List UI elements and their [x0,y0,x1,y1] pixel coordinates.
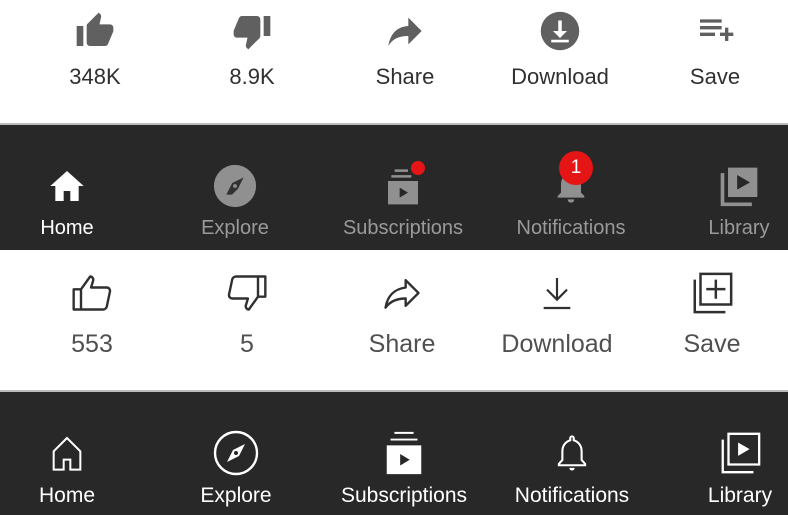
dislike-count: 8.9K [229,64,275,89]
bottom-nav-filled: Home Explore Subscriptions 1 Notificatio… [0,123,788,250]
nav-notifications-label: Notifications [516,217,626,239]
thumbs-up-icon [69,270,115,316]
download-icon [539,8,581,54]
share-button[interactable]: Share [325,8,485,90]
nav-notifications-label: Notifications [514,484,630,507]
save-label: Save [689,64,741,89]
nav-explore[interactable]: Explore [156,430,316,508]
like-count: 553 [71,330,113,358]
nav-subscriptions[interactable]: Subscriptions [323,161,483,240]
nav-explore-label: Explore [200,484,272,507]
notification-badge: 1 [559,151,593,185]
save-button[interactable]: Save [635,8,788,90]
nav-library-label: Library [707,484,773,507]
dislike-button[interactable]: 5 [167,270,327,359]
subscriptions-icon [383,161,425,209]
dislike-count: 5 [240,330,254,358]
bottom-nav-outline: Home Explore Subscriptions Notifications… [0,390,788,515]
subscriptions-icon [381,430,427,476]
download-label: Download [501,330,613,358]
library-icon [717,430,763,476]
nav-home[interactable]: Home [0,163,147,240]
thumbs-down-icon [230,8,274,54]
like-button[interactable]: 553 [12,270,172,359]
action-bar-outline: 553 5 Share Download Save [0,250,788,390]
home-icon [47,163,87,209]
home-icon [47,430,87,476]
new-content-dot [411,161,425,175]
nav-explore-label: Explore [201,217,269,239]
nav-home[interactable]: Home [0,430,147,508]
share-label: Share [375,64,435,89]
nav-home-label: Home [40,217,94,239]
nav-notifications[interactable]: Notifications [492,430,652,508]
nav-library-label: Library [708,217,770,239]
nav-subscriptions[interactable]: Subscriptions [324,430,484,508]
bell-icon [551,430,593,476]
playlist-add-icon [693,8,737,54]
share-icon [378,270,426,316]
share-label: Share [368,330,436,358]
download-icon [537,270,577,316]
like-button[interactable]: 348K [15,8,175,90]
nav-notifications[interactable]: 1 Notifications [491,151,651,240]
nav-subscriptions-label: Subscriptions [342,217,464,239]
action-bar-filled: 348K 8.9K Share Download Save [0,0,788,123]
save-label: Save [683,330,741,358]
nav-explore[interactable]: Explore [155,163,315,240]
share-icon [383,8,427,54]
like-count: 348K [69,64,121,89]
share-button[interactable]: Share [322,270,482,359]
download-button[interactable]: Download [480,8,640,90]
thumbs-down-icon [224,270,270,316]
save-button[interactable]: Save [632,270,788,359]
dislike-button[interactable]: 8.9K [172,8,332,90]
bell-icon: 1 [551,151,593,209]
compass-icon [212,430,260,476]
download-button[interactable]: Download [477,270,637,359]
library-add-icon [689,270,735,316]
library-icon [717,163,761,209]
compass-icon [212,163,258,209]
nav-library[interactable]: Library [660,430,788,508]
download-label: Download [511,64,609,89]
nav-home-label: Home [38,484,96,507]
nav-subscriptions-label: Subscriptions [340,484,468,507]
nav-library[interactable]: Library [659,163,788,240]
thumbs-up-icon [73,8,117,54]
